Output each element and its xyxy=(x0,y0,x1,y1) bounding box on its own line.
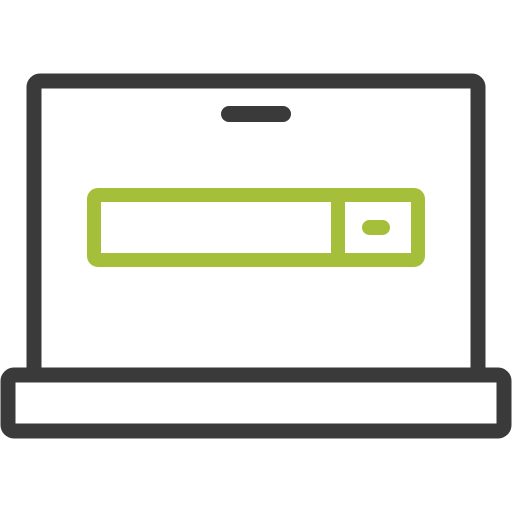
search-button-icon xyxy=(362,220,390,235)
laptop-search-illustration xyxy=(0,0,512,512)
laptop-base-icon xyxy=(0,367,512,439)
webcam-icon xyxy=(221,106,291,122)
laptop-search-icon xyxy=(0,73,512,439)
